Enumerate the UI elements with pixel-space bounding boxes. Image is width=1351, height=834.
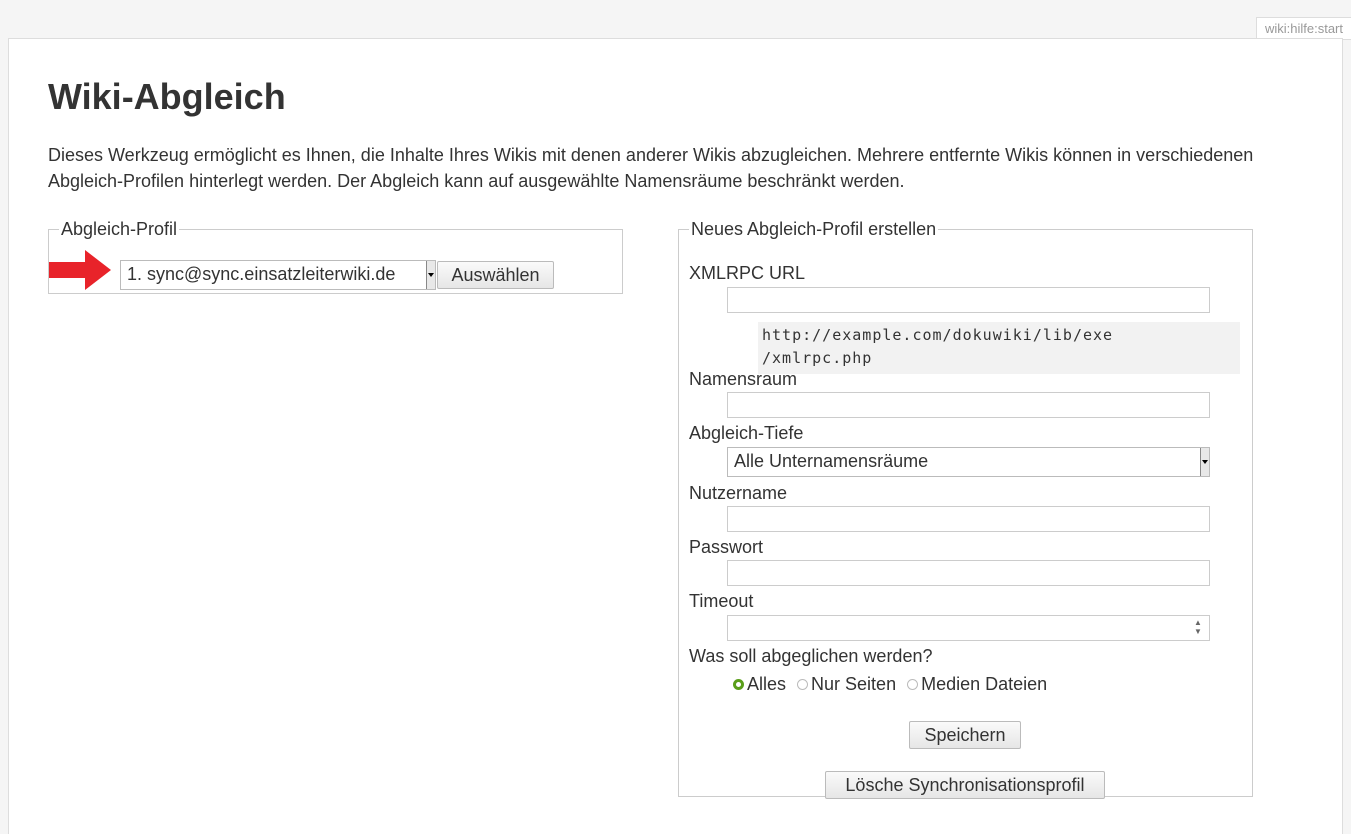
profile-dropdown-value: 1. sync@sync.einsatzleiterwiki.de [127,264,396,284]
chevron-down-icon[interactable] [1200,448,1209,476]
sync-depth-value: Alle Unternamensräume [734,451,929,471]
spinner-icon[interactable]: ▲ ▼ [1191,618,1205,638]
red-arrow-icon [49,250,111,290]
radio-option-pages[interactable]: Nur Seiten [797,674,901,694]
password-label: Passwort [689,537,764,557]
page-id-badge: wiki:hilfe:start [1255,17,1351,40]
sync-what-label: Was soll abgeglichen werden? [689,646,933,666]
radio-label-pages: Nur Seiten [811,674,897,694]
page-content: Wiki-Abgleich Dieses Werkzeug ermöglicht… [8,38,1343,834]
delete-profile-button[interactable]: Lösche Synchronisationsprofil [825,771,1105,799]
namespace-input[interactable] [727,392,1210,418]
profile-select-legend: Abgleich-Profil [61,219,178,239]
page-title: Wiki-Abgleich [48,76,286,117]
new-profile-legend: Neues Abgleich-Profil erstellen [691,219,937,239]
timeout-label: Timeout [689,591,754,611]
sync-what-radio-group: Alles Nur Seiten Medien Dateien [733,674,1053,695]
username-label: Nutzername [689,483,788,503]
chevron-down-icon[interactable] [426,261,435,289]
xmlrpc-hint-line2: /xmlrpc.php [762,349,873,367]
username-input[interactable] [727,506,1210,532]
radio-unchecked-icon[interactable] [907,679,919,690]
new-profile-fieldset: Neues Abgleich-Profil erstellen XMLRPC U… [678,219,1253,799]
profile-select-fieldset: Abgleich-Profil 1. sync@sync.einsatzleit… [48,219,623,294]
save-button[interactable]: Speichern [909,721,1021,749]
radio-option-media[interactable]: Medien Dateien [907,674,1047,694]
radio-unchecked-icon[interactable] [797,679,809,690]
intro-text: Dieses Werkzeug ermöglicht es Ihnen, die… [48,145,1254,191]
namespace-label: Namensraum [689,369,798,389]
radio-label-all: Alles [747,674,787,694]
xmlrpc-url-hint: http://example.com/dokuwiki/lib/exe /xml… [758,322,1240,374]
sync-depth-dropdown[interactable]: Alle Unternamensräume [727,447,1210,477]
sync-depth-label: Abgleich-Tiefe [689,423,804,443]
radio-option-all[interactable]: Alles [733,674,791,694]
xmlrpc-url-input[interactable] [727,287,1210,313]
radio-label-media: Medien Dateien [921,674,1048,694]
profile-dropdown[interactable]: 1. sync@sync.einsatzleiterwiki.de [120,260,436,290]
select-profile-button[interactable]: Auswählen [437,261,554,289]
timeout-input[interactable]: ▲ ▼ [727,615,1210,641]
radio-checked-icon[interactable] [733,679,744,690]
xmlrpc-url-label: XMLRPC URL [689,263,806,283]
password-input[interactable] [727,560,1210,586]
xmlrpc-hint-line1: http://example.com/dokuwiki/lib/exe [762,326,1114,344]
